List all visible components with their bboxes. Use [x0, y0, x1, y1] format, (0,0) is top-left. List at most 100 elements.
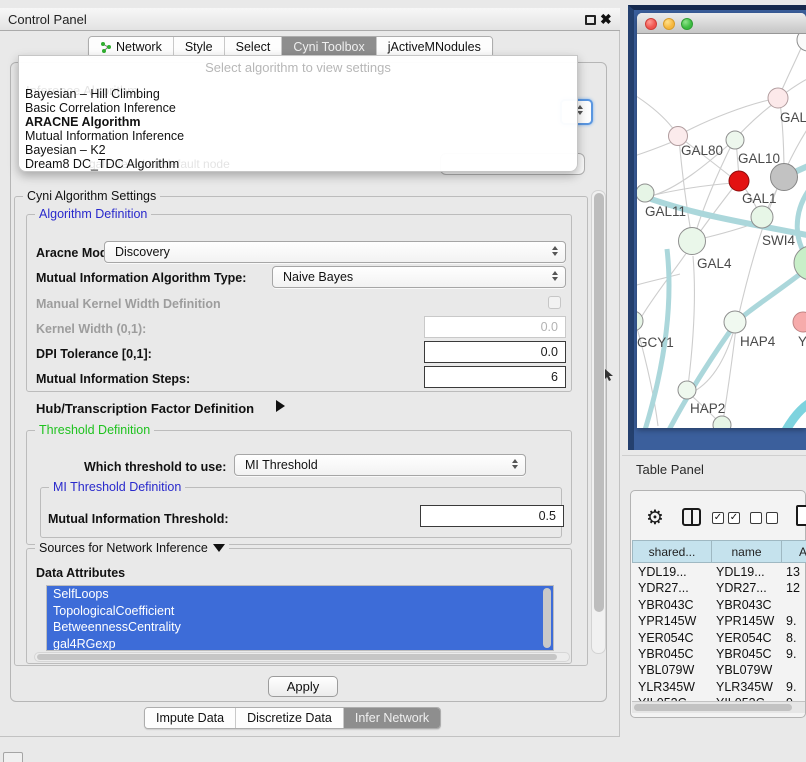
attr-list-scrollbar-thumb[interactable]: [543, 588, 551, 648]
node-gal1[interactable]: [751, 206, 773, 228]
node-selected-red[interactable]: [729, 171, 749, 191]
table-cell[interactable]: YLR345W: [716, 680, 782, 694]
which-threshold-combo[interactable]: MI Threshold: [234, 454, 526, 476]
unchecked-checkbox-icon[interactable]: [750, 512, 762, 524]
table-row[interactable]: YDL19... YDL19... 13: [632, 564, 806, 580]
table-cell[interactable]: 8.: [786, 631, 806, 645]
column-header-shared-name[interactable]: shared...: [632, 540, 712, 563]
node-hap2[interactable]: [678, 381, 696, 399]
table-cell[interactable]: YPR145W: [716, 614, 782, 628]
checked-checkbox-icon[interactable]: ✓: [728, 512, 740, 524]
zoom-traffic-light[interactable]: [681, 18, 693, 30]
node-partial-top[interactable]: [797, 34, 806, 51]
close-traffic-light[interactable]: [645, 18, 657, 30]
node-gal11[interactable]: [637, 184, 654, 202]
attr-item-betweennesscentrality[interactable]: BetweennessCentrality: [47, 619, 553, 636]
checked-checkbox-icon[interactable]: ✓: [712, 512, 724, 524]
unchecked-checkbox-icon[interactable]: [766, 512, 778, 524]
table-cell[interactable]: 9.: [786, 647, 806, 661]
node-bottom[interactable]: [713, 416, 731, 428]
sources-hscrollbar-thumb[interactable]: [37, 654, 557, 660]
tab-infer-network[interactable]: Infer Network: [344, 708, 440, 728]
kernel-width-input[interactable]: 0.0: [424, 316, 566, 338]
node-gray[interactable]: [771, 164, 798, 191]
apply-button[interactable]: Apply: [268, 676, 338, 697]
table-row[interactable]: YBR043C YBR043C: [632, 597, 806, 613]
node-table-rows[interactable]: YDL19... YDL19... 13 YDR27... YDR27... 12 YBR0…: [632, 564, 806, 701]
node-pink-right[interactable]: [793, 312, 806, 332]
tab-impute-data[interactable]: Impute Data: [145, 708, 236, 728]
table-cell[interactable]: YER054C: [638, 631, 708, 645]
mi-steps-input[interactable]: 6: [424, 366, 566, 388]
tab-network[interactable]: Network: [89, 37, 174, 57]
tab-jactivemnodules[interactable]: jActiveMNodules: [377, 37, 492, 57]
table-row[interactable]: YPR145W YPR145W 9.: [632, 613, 806, 629]
node-hap4[interactable]: [724, 311, 746, 333]
table-cell[interactable]: YDR27...: [638, 581, 708, 595]
table-cell[interactable]: 9.: [786, 614, 806, 628]
table-cell[interactable]: 12: [786, 581, 806, 595]
column-header-partial[interactable]: A: [781, 540, 806, 563]
table-cell[interactable]: YBR045C: [638, 647, 708, 661]
table-cell[interactable]: YDR27...: [716, 581, 782, 595]
algo-item-aracne[interactable]: ARACNE Algorithm: [25, 115, 141, 129]
table-cell[interactable]: YLR345W: [638, 680, 708, 694]
table-cell[interactable]: YER054C: [716, 631, 782, 645]
table-hscrollbar-thumb[interactable]: [634, 704, 792, 711]
tab-style[interactable]: Style: [174, 37, 225, 57]
columns-icon[interactable]: [682, 508, 701, 526]
sources-group-title[interactable]: Sources for Network Inference: [39, 541, 208, 555]
restore-window-icon[interactable]: [585, 15, 596, 25]
hub-definition-expander-label[interactable]: Hub/Transcription Factor Definition: [36, 401, 254, 416]
tab-discretize-data[interactable]: Discretize Data: [236, 708, 344, 728]
table-cell[interactable]: YPR145W: [638, 614, 708, 628]
table-cell[interactable]: YBL079W: [638, 663, 708, 677]
node-pink-top[interactable]: [768, 88, 788, 108]
data-attributes-list[interactable]: SelfLoops TopologicalCoefficient Between…: [46, 585, 554, 651]
algo-item-bayesian-k2[interactable]: Bayesian – K2: [25, 143, 106, 157]
algo-item-basic-correlation[interactable]: Basic Correlation Inference: [25, 101, 176, 115]
close-panel-icon[interactable]: ✖: [600, 11, 612, 28]
table-row[interactable]: YDR27... YDR27... 12: [632, 580, 806, 596]
aracne-mode-combo[interactable]: Discovery: [104, 241, 566, 263]
expander-expanded-icon[interactable]: [213, 544, 225, 552]
column-header-name[interactable]: name: [711, 540, 782, 563]
table-cell[interactable]: YBR043C: [638, 598, 708, 612]
node-gal10[interactable]: [726, 131, 744, 149]
table-cell[interactable]: YDL19...: [716, 565, 782, 579]
algo-item-bayesian-hill[interactable]: Bayesian – Hill Climbing: [25, 87, 160, 101]
label-gal10: GAL10: [738, 151, 780, 166]
tab-select[interactable]: Select: [225, 37, 283, 57]
table-cell[interactable]: YBR043C: [716, 598, 782, 612]
attr-item-gal4rgexp[interactable]: gal4RGexp: [47, 636, 553, 652]
algo-item-dream8[interactable]: Dream8 DC_TDC Algorithm: [25, 157, 179, 171]
table-row[interactable]: YBL079W YBL079W: [632, 662, 806, 678]
algo-item-mutual-information[interactable]: Mutual Information Inference: [25, 129, 184, 143]
node-gal4[interactable]: [679, 228, 706, 255]
settings-scrollbar-thumb[interactable]: [594, 193, 604, 612]
table-row[interactable]: YBR045C YBR045C 9.: [632, 646, 806, 662]
mi-type-combo[interactable]: Naive Bayes: [272, 266, 566, 288]
new-table-icon[interactable]: [796, 505, 806, 526]
gear-icon[interactable]: ⚙: [646, 505, 664, 530]
attr-item-topologicalcoefficient[interactable]: TopologicalCoefficient: [47, 603, 553, 620]
sources-hscrollbar-track[interactable]: [34, 652, 570, 662]
node-gcy1[interactable]: [637, 311, 643, 331]
expander-collapsed-icon[interactable]: [276, 400, 285, 412]
table-cell[interactable]: 9.: [786, 680, 806, 694]
attr-item-selfloops[interactable]: SelfLoops: [47, 586, 553, 603]
table-cell[interactable]: 13: [786, 565, 806, 579]
table-row[interactable]: YLR345W YLR345W 9.: [632, 679, 806, 695]
table-cell[interactable]: YBR045C: [716, 647, 782, 661]
table-cell[interactable]: YBL079W: [716, 663, 782, 677]
table-row[interactable]: YER054C YER054C 8.: [632, 630, 806, 646]
tab-cyni-toolbox[interactable]: Cyni Toolbox: [282, 37, 376, 57]
dpi-tolerance-input[interactable]: 0.0: [424, 341, 566, 363]
minimize-traffic-light[interactable]: [663, 18, 675, 30]
mi-threshold-input[interactable]: 0.5: [420, 505, 564, 527]
table-cell[interactable]: YDL19...: [638, 565, 708, 579]
minimized-panel-icon[interactable]: [3, 752, 23, 762]
manual-kernel-checkbox[interactable]: [548, 296, 561, 309]
table-hscrollbar-track[interactable]: [632, 701, 805, 713]
network-canvas[interactable]: GAL GAL80 GAL10 GAL1 GAL11 GAL4 SWI4 GCY…: [637, 34, 806, 428]
